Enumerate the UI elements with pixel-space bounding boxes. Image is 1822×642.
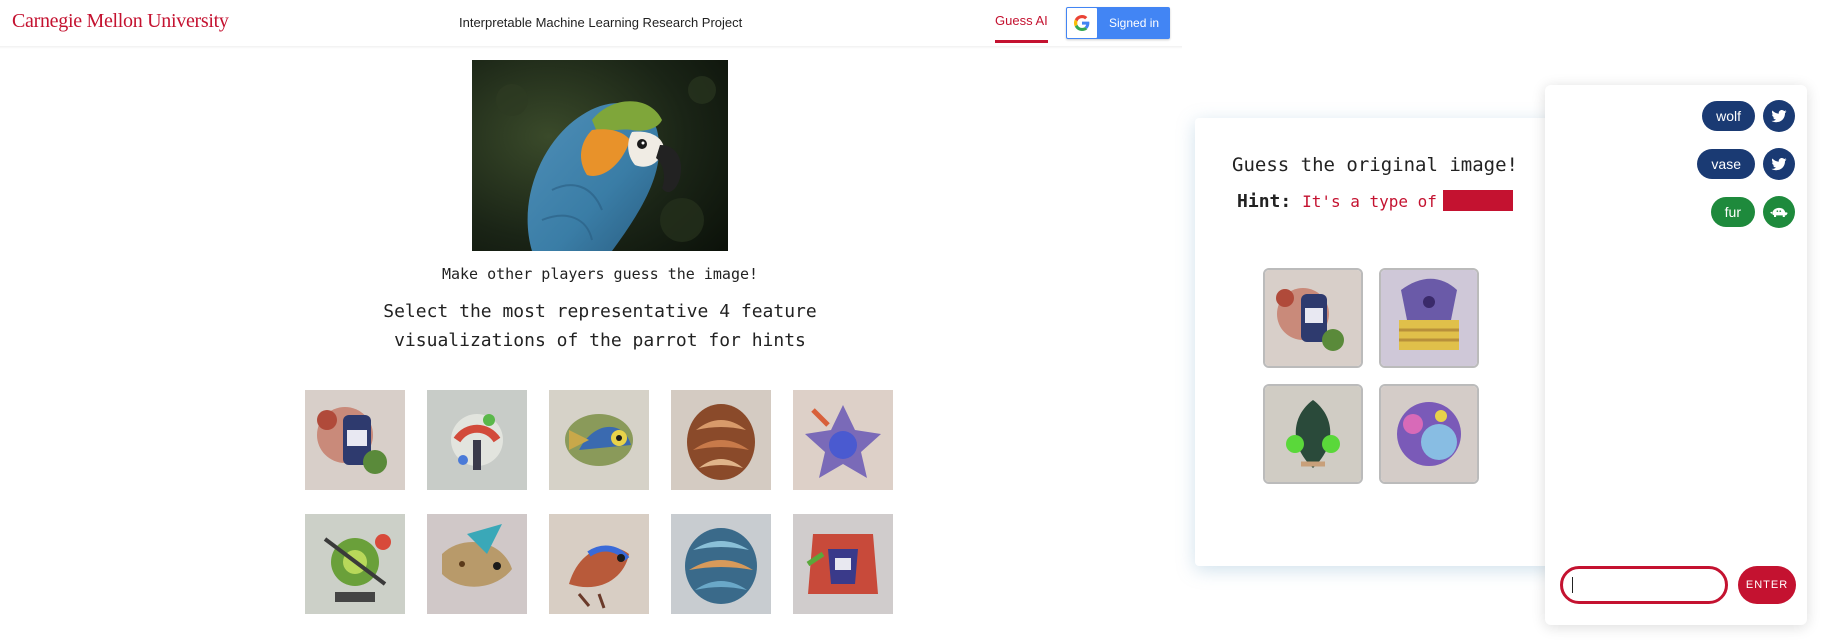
- text-caret: [1572, 577, 1573, 593]
- hint-thumb-2: [1379, 268, 1479, 368]
- guess-message-2: vase: [1697, 148, 1795, 180]
- feature-thumb-6[interactable]: [305, 514, 405, 614]
- guess-card: Guess the original image! Hint: It's a t…: [1195, 118, 1555, 566]
- hint-text: It's a type of: [1302, 192, 1437, 211]
- hint-thumb-4: [1379, 384, 1479, 484]
- app-root: Carnegie Mellon University Interpretable…: [0, 0, 1822, 642]
- google-icon: [1067, 8, 1097, 38]
- feature-thumb-4[interactable]: [671, 390, 771, 490]
- hint-thumb-1: [1263, 268, 1363, 368]
- guess-word: wolf: [1702, 101, 1755, 131]
- feature-thumb-3[interactable]: [549, 390, 649, 490]
- hint-thumb-3: [1263, 384, 1363, 484]
- instruction-heading: Select the most representative 4 feature…: [300, 297, 900, 355]
- header-divider: [0, 46, 1182, 49]
- feature-thumb-10[interactable]: [793, 514, 893, 614]
- instruction-line-2: visualizations of the parrot for hints: [394, 330, 806, 351]
- feature-thumb-5[interactable]: [793, 390, 893, 490]
- feature-thumb-7[interactable]: [427, 514, 527, 614]
- hint-row: Hint: It's a type of: [1195, 190, 1555, 212]
- guess-message-3: fur: [1710, 196, 1795, 228]
- target-image-parrot: [472, 60, 728, 251]
- feature-thumb-2[interactable]: [427, 390, 527, 490]
- feature-thumb-9[interactable]: [671, 514, 771, 614]
- guess-message-1: wolf: [1702, 100, 1795, 132]
- bird-icon: [1763, 148, 1795, 180]
- project-title: Interpretable Machine Learning Research …: [459, 15, 743, 30]
- feature-thumb-8[interactable]: [549, 514, 649, 614]
- chat-panel: wolf vase fur ENTER: [1545, 85, 1807, 625]
- instruction-line-1: Select the most representative 4 feature: [383, 301, 817, 322]
- hint-redacted-word: [1442, 190, 1513, 211]
- tab-guess-ai[interactable]: Guess AI: [995, 13, 1048, 43]
- enter-button[interactable]: ENTER: [1738, 566, 1796, 604]
- guess-word: fur: [1710, 197, 1755, 227]
- guess-word: vase: [1697, 149, 1755, 179]
- guess-input[interactable]: [1560, 566, 1728, 604]
- signin-label: Signed in: [1109, 16, 1160, 30]
- google-signin-button[interactable]: Signed in: [1066, 7, 1170, 39]
- cmu-logo[interactable]: Carnegie Mellon University: [12, 10, 229, 33]
- guess-title: Guess the original image!: [1232, 154, 1518, 176]
- top-header: Carnegie Mellon University Interpretable…: [0, 0, 1182, 48]
- bird-icon: [1763, 100, 1795, 132]
- turtle-icon: [1763, 196, 1795, 228]
- feature-thumb-1[interactable]: [305, 390, 405, 490]
- instruction-subtitle: Make other players guess the image!: [441, 265, 759, 283]
- hint-label: Hint:: [1237, 191, 1292, 212]
